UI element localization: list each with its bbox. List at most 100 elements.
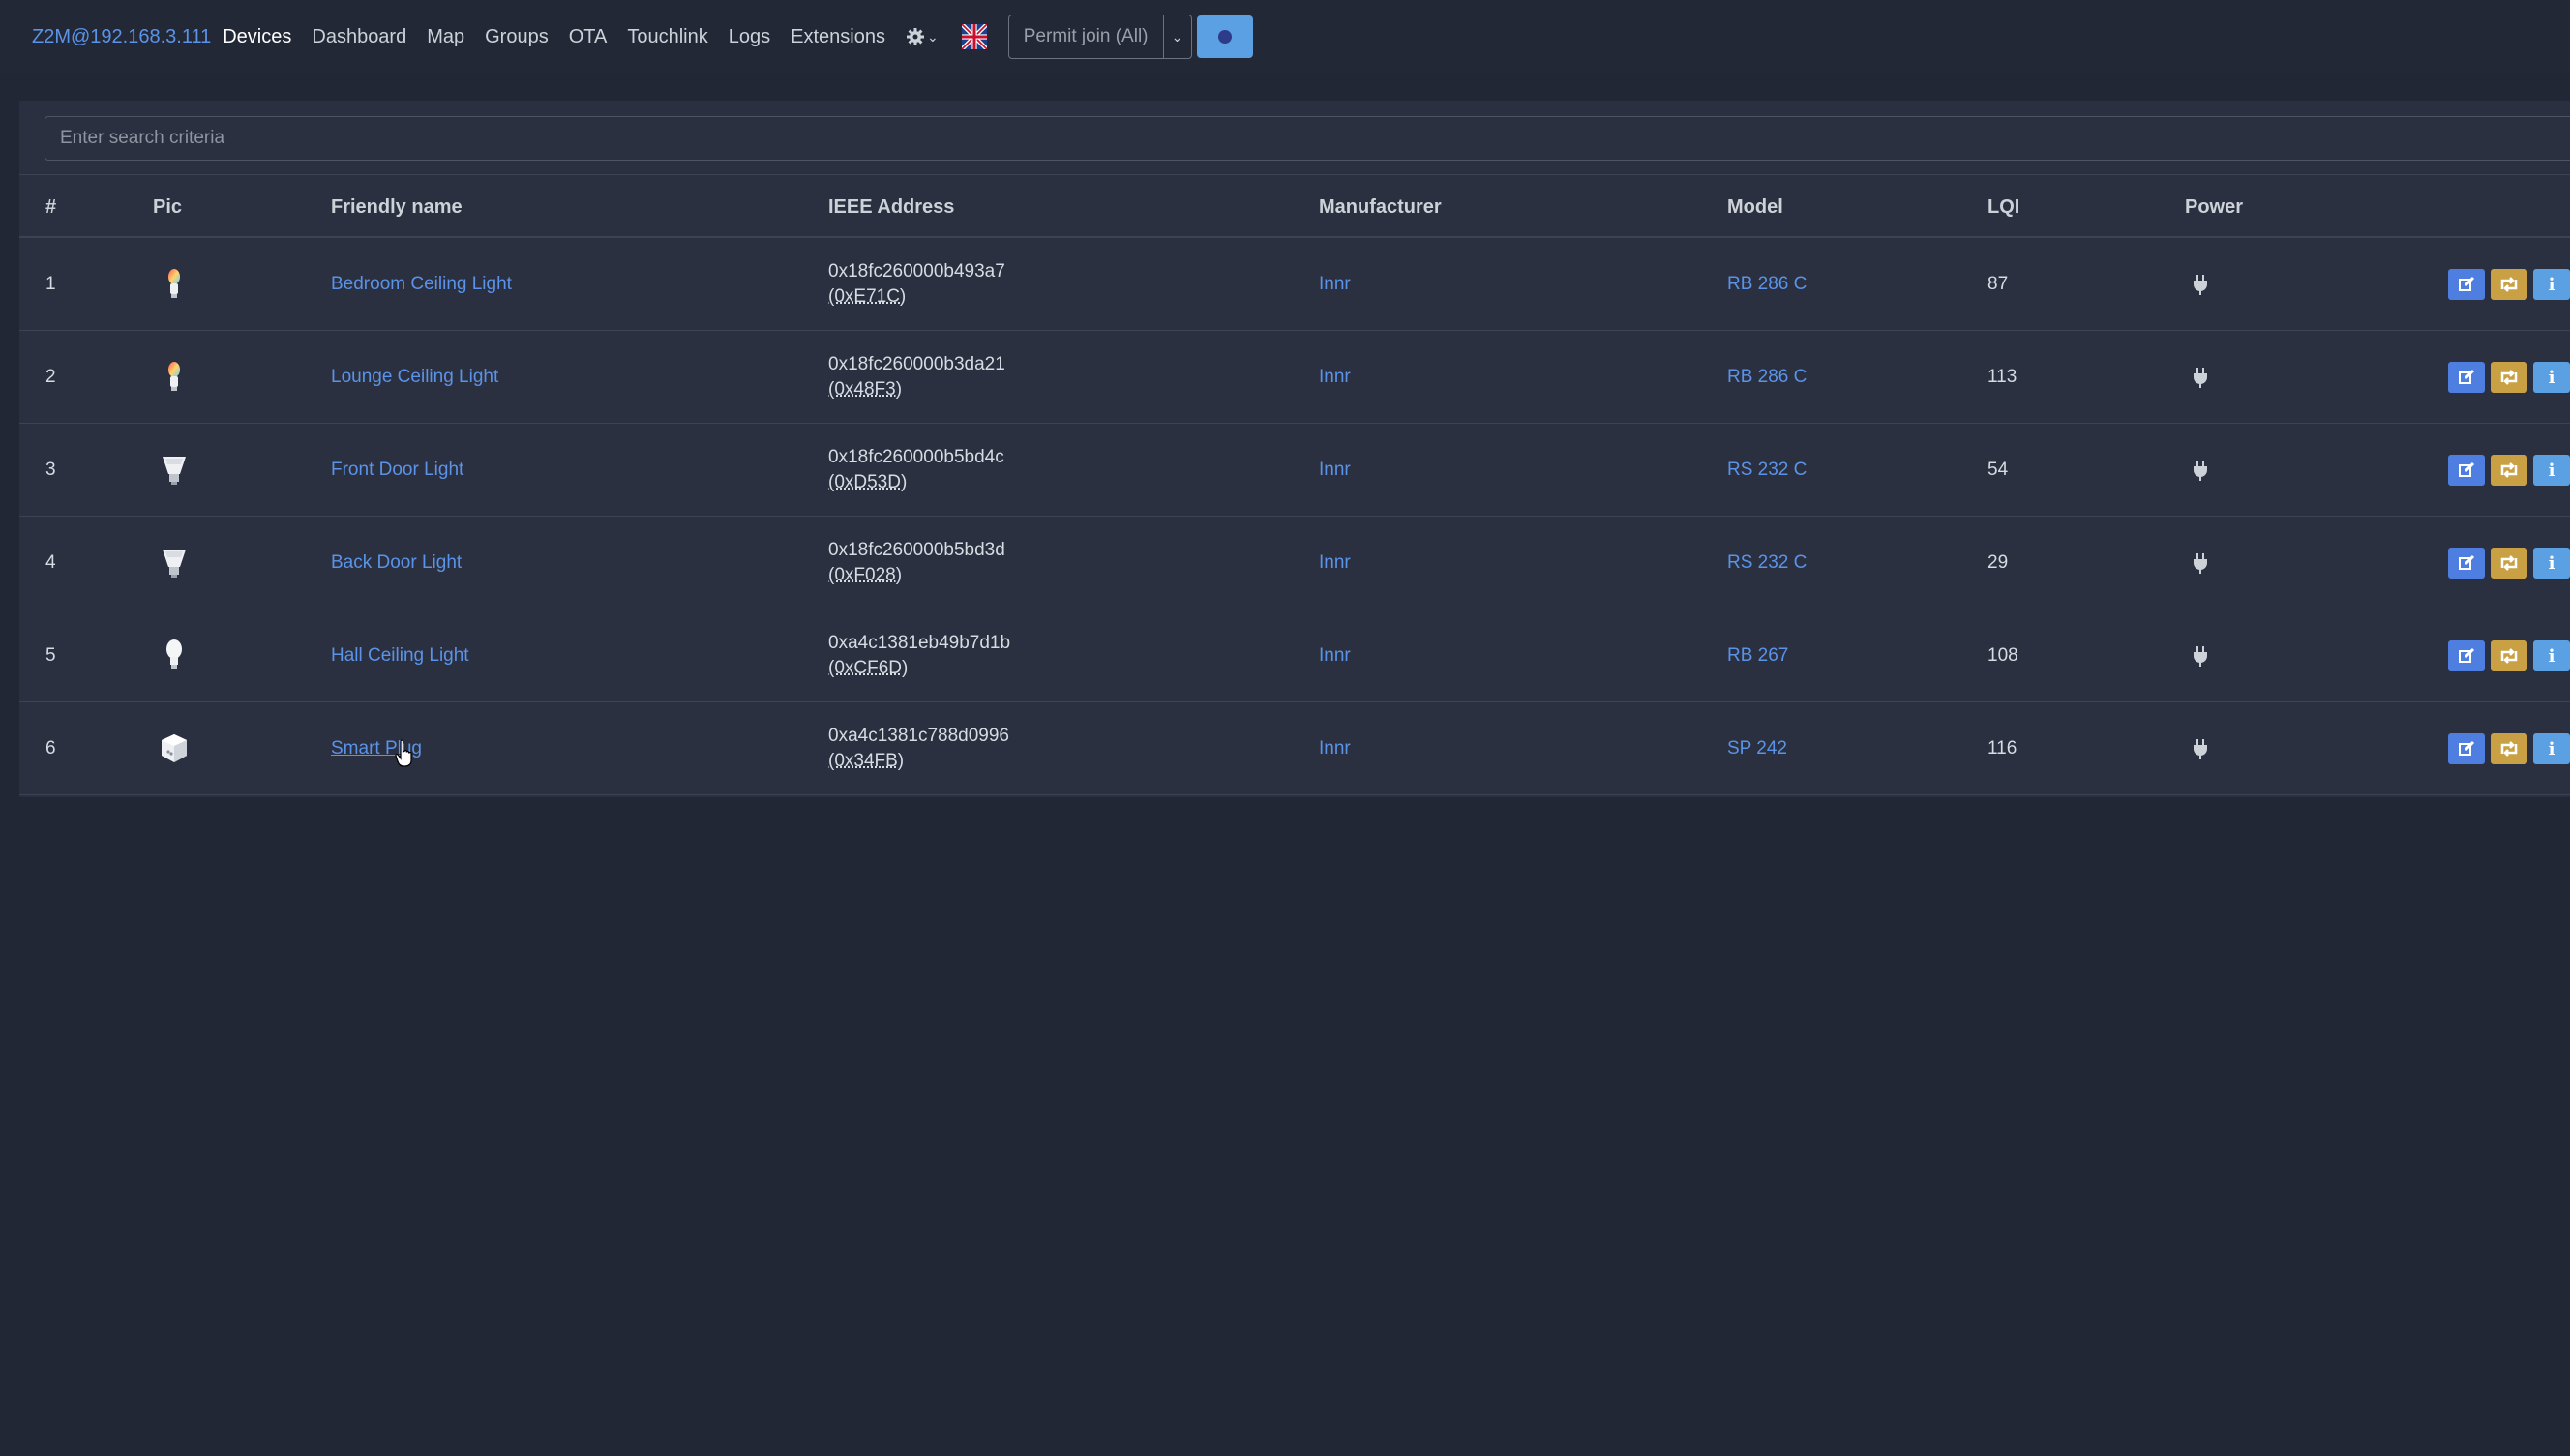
edit-button[interactable] [2448,455,2485,486]
network-address: (0xD53D) [828,472,908,492]
info-icon: i [2548,367,2555,388]
nav-link-ota[interactable]: OTA [569,26,608,48]
row-actions: i [2448,548,2570,579]
header-model[interactable]: Model [1727,175,1783,239]
edit-icon [2459,647,2475,663]
manufacturer-link[interactable]: Innr [1319,424,1351,517]
manufacturer-link[interactable]: Innr [1319,517,1351,609]
header-manufacturer[interactable]: Manufacturer [1319,175,1442,239]
nav-link-map[interactable]: Map [427,26,464,48]
nav-link-logs[interactable]: Logs [729,26,770,48]
spot-bulb-icon [163,457,186,485]
info-icon: i [2548,274,2555,295]
smart-plug-icon [162,734,187,762]
rename-button[interactable] [2491,733,2527,764]
plug-icon [2194,275,2207,295]
ieee-value: 0xa4c1381eb49b7d1b [828,633,1011,653]
status-dot-icon [1217,30,1232,44]
nav-link-groups[interactable]: Groups [485,26,549,48]
info-icon: i [2548,645,2555,667]
top-navbar: Z2M@192.168.3.111 Devices Dashboard Map … [0,0,2570,74]
table-row: 4 Back Door Light 0x18fc260000b5bd3d (0xF… [19,517,2570,609]
rename-button[interactable] [2491,362,2527,393]
model-link[interactable]: SP 242 [1727,702,1787,795]
row-number: 6 [45,738,56,758]
model-link[interactable]: RB 286 C [1727,238,1807,331]
ieee-address: 0x18fc260000b5bd4c (0xD53D) [828,445,1004,495]
rename-button[interactable] [2491,640,2527,671]
retweet-icon [2500,648,2518,664]
uk-flag-icon[interactable] [961,24,987,49]
nav-link-extensions[interactable]: Extensions [791,26,885,48]
nav-link-dashboard[interactable]: Dashboard [312,26,406,48]
rename-button[interactable] [2491,269,2527,300]
network-address: (0xF028) [828,565,903,585]
edit-button[interactable] [2448,548,2485,579]
edit-button[interactable] [2448,733,2485,764]
network-address: (0x34FB) [828,751,905,771]
permit-join-button[interactable]: Permit join (All) [1009,15,1163,58]
retweet-icon [2500,555,2518,571]
edit-button[interactable] [2448,269,2485,300]
info-button[interactable]: i [2533,548,2570,579]
retweet-icon [2500,277,2518,292]
device-name-link[interactable]: Front Door Light [331,424,463,517]
settings-dropdown[interactable]: ⌄ [906,27,939,46]
bulb-color-icon [168,362,180,391]
search-input[interactable] [45,116,2570,161]
info-button[interactable]: i [2533,362,2570,393]
edit-button[interactable] [2448,362,2485,393]
edit-button[interactable] [2448,640,2485,671]
retweet-icon [2500,370,2518,385]
network-address: (0x48F3) [828,379,903,400]
rename-button[interactable] [2491,455,2527,486]
row-number: 5 [45,645,56,666]
info-button[interactable]: i [2533,733,2570,764]
header-friendly-name[interactable]: Friendly name [331,175,463,239]
model-link[interactable]: RB 286 C [1727,331,1807,424]
devices-card: # Pic Friendly name IEEE Address Manufac… [19,101,2570,797]
rename-button[interactable] [2491,548,2527,579]
plug-icon [2194,646,2207,667]
lqi-value: 113 [1987,367,2017,387]
manufacturer-link[interactable]: Innr [1319,609,1351,702]
info-icon: i [2548,738,2555,759]
nav-link-touchlink[interactable]: Touchlink [627,26,707,48]
device-name-link[interactable]: Lounge Ceiling Light [331,331,498,424]
manufacturer-link[interactable]: Innr [1319,238,1351,331]
model-link[interactable]: RS 232 C [1727,424,1807,517]
row-number: 3 [45,460,56,480]
network-address: (0xCF6D) [828,658,909,678]
model-link[interactable]: RB 267 [1727,609,1788,702]
ieee-address: 0x18fc260000b493a7 (0xE71C) [828,259,1005,310]
header-power[interactable]: Power [2185,175,2243,239]
info-button[interactable]: i [2533,640,2570,671]
nav-link-devices[interactable]: Devices [223,26,291,48]
gear-icon [906,28,924,45]
edit-icon [2459,554,2475,570]
model-link[interactable]: RS 232 C [1727,517,1807,609]
ieee-address: 0xa4c1381eb49b7d1b (0xCF6D) [828,631,1010,681]
plug-icon [2194,739,2207,759]
info-button[interactable]: i [2533,455,2570,486]
permit-join-group: Permit join (All) ⌄ [1007,15,1192,59]
info-button[interactable]: i [2533,269,2570,300]
row-actions: i [2448,733,2570,764]
header-ieee-address[interactable]: IEEE Address [828,175,954,239]
manufacturer-link[interactable]: Innr [1319,702,1351,795]
device-name-link[interactable]: Hall Ceiling Light [331,609,469,702]
row-actions: i [2448,362,2570,393]
header-number[interactable]: # [45,175,56,239]
permit-join-dropdown-toggle[interactable]: ⌄ [1162,15,1191,58]
header-lqi[interactable]: LQI [1987,175,2019,239]
device-name-link[interactable]: Bedroom Ceiling Light [331,238,512,331]
ieee-value: 0x18fc260000b3da21 [828,354,1005,374]
network-address: (0xE71C) [828,286,907,307]
brand-link[interactable]: Z2M@192.168.3.111 [32,26,211,48]
lqi-value: 54 [1987,460,2009,480]
table-row: 3 Front Door Light 0x18fc260000b5bd4c (0x… [19,424,2570,517]
device-name-link[interactable]: Back Door Light [331,517,462,609]
manufacturer-link[interactable]: Innr [1319,331,1351,424]
permit-join-status-button[interactable] [1196,15,1253,58]
chevron-down-icon: ⌄ [926,28,939,45]
